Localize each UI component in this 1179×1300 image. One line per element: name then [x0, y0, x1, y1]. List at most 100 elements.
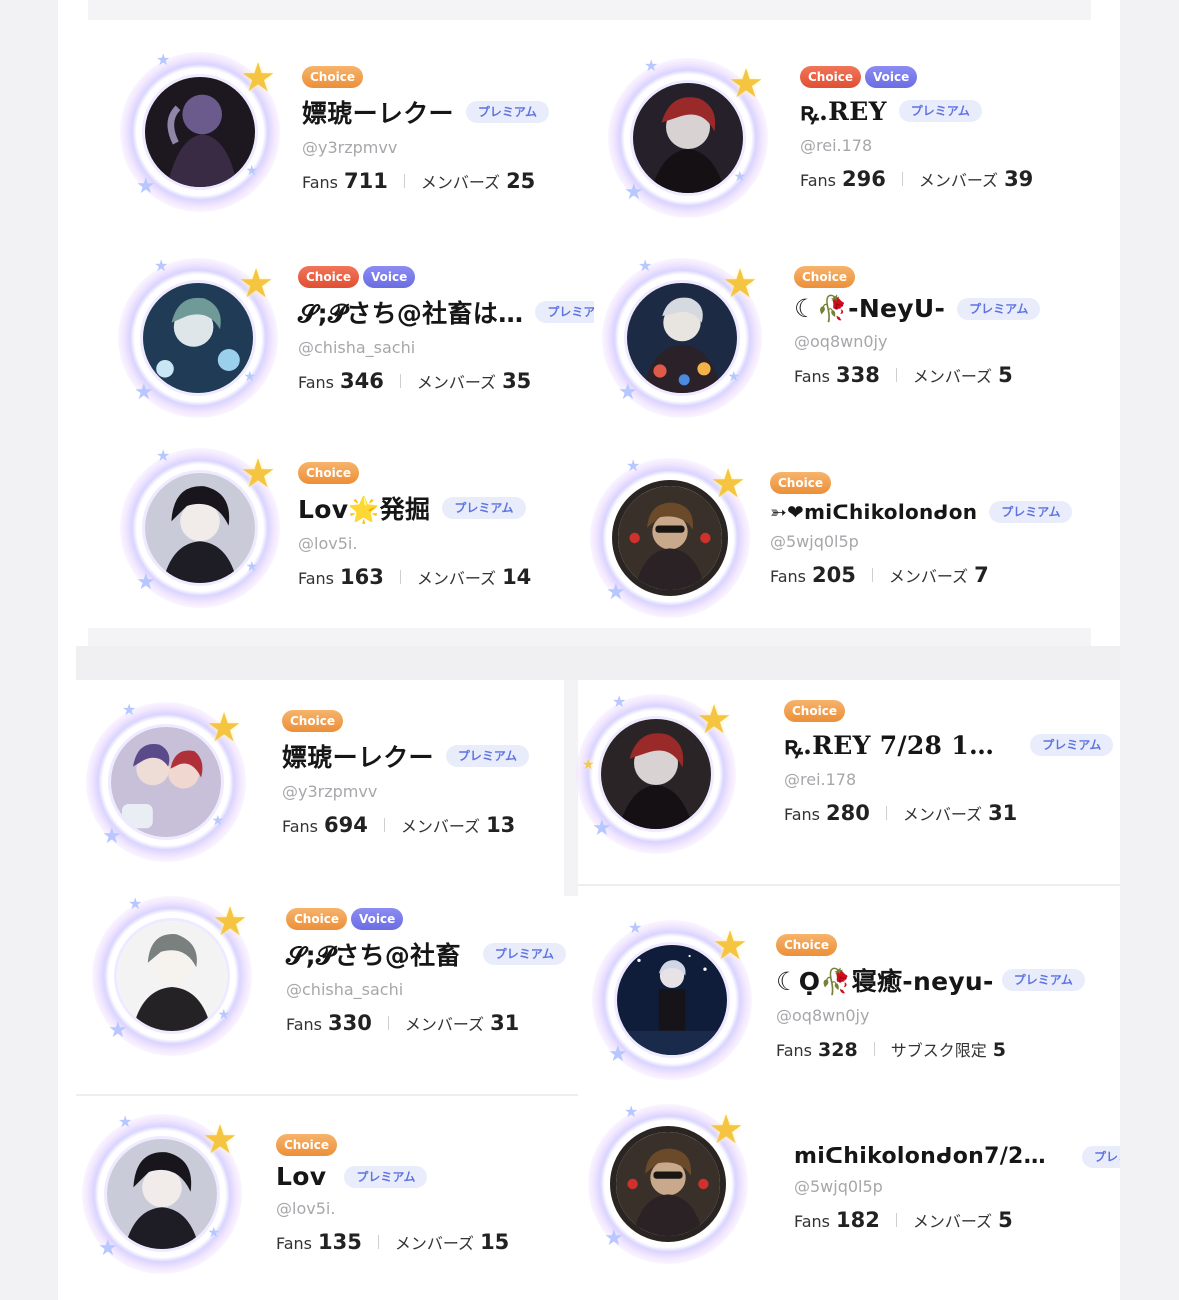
creator-card[interactable]: ★ ★ ★ Choice ☾Ọ🥀寝癒-neyu- プレミアム @oq8wn0jy… [592, 920, 1112, 1090]
members-count: 7 [974, 563, 989, 587]
creator-handle: @lov5i. [276, 1199, 336, 1218]
members-label: メンバーズ [416, 373, 497, 392]
creator-info: Choice ꝶ.REY 7/28 1… プレミアム @rei.178 Fans… [784, 700, 1114, 825]
creator-card[interactable]: ★ ★ ★ ★ Choice Voice 𝓢;𝓟さち@社畜は… プレミアム @c… [108, 252, 594, 422]
avatar[interactable]: ★ ★ ★ ★ [120, 448, 280, 608]
creator-name[interactable]: ☾🥀-NeyU- [794, 294, 945, 324]
creator-name[interactable]: ➳❤miᑕhikolonᑯon [770, 500, 977, 524]
creator-card[interactable]: ★ ★ ★ ★ Choice Lov プレミアム @lov5i. Fans 13… [76, 1114, 546, 1284]
badge-row: Choice [298, 462, 531, 484]
creator-handle: @5wjq0l5p [770, 532, 859, 551]
fans-label: Fans [298, 569, 335, 588]
choice-badge: Choice [776, 934, 837, 956]
creator-handle: @rei.178 [800, 136, 873, 155]
star-icon: ★ [628, 918, 643, 937]
creator-card[interactable]: ★ ★ ★ ★ Choice Voice ꝶ.REY プレミアム @rei.17… [600, 52, 1070, 222]
avatar[interactable]: ★ ★ ★ [592, 920, 752, 1080]
choice-badge: Choice [770, 472, 831, 494]
members-label: メンバーズ [404, 1015, 485, 1034]
creator-stats: Fans 346 メンバーズ 35 [298, 369, 594, 393]
star-icon: ★ [604, 1226, 624, 1251]
star-icon: ★ [696, 697, 732, 743]
fans-label: Fans [794, 367, 831, 386]
members-count: 39 [1004, 167, 1034, 191]
panel-top-strip [76, 646, 1120, 680]
creator-info: Choice ☾Ọ🥀寝癒-neyu- プレミアム @oq8wn0jy Fans … [776, 934, 1085, 1061]
members-count: 15 [480, 1230, 510, 1254]
creator-handle: @chisha_sachi [286, 980, 404, 999]
creator-name[interactable]: ☾Ọ🥀寝癒-neyu- [776, 962, 994, 998]
members-label: メンバーズ [394, 1234, 475, 1253]
star-icon: ★ [624, 1104, 639, 1121]
creator-name[interactable]: Lov🌟発掘 [298, 490, 430, 526]
premium-badge: プレミアム [482, 943, 566, 965]
creator-card[interactable]: ★ ★ ★ ★ Choice 嫖琥ーレクー プレミアム @y3rzpmvv Fa… [112, 52, 582, 222]
creator-name[interactable]: Lov [276, 1162, 326, 1191]
stat-divider [383, 818, 385, 832]
creator-stats: Fans 338 メンバーズ 5 [794, 363, 1040, 387]
avatar[interactable]: ★ ★ ★ ★ [120, 52, 280, 212]
creator-name[interactable]: 嫖琥ーレクー [282, 738, 434, 774]
fans-count: 205 [812, 563, 856, 587]
creator-stats: Fans 328 サブスク限定 5 [776, 1037, 1085, 1061]
creator-name[interactable]: ꝶ.REY 7/28 1… [784, 728, 994, 762]
panel-bottom-strip [88, 628, 1091, 646]
stat-divider [873, 1042, 875, 1056]
avatar[interactable]: ★ ★ ★ ★ [602, 258, 762, 418]
creator-card[interactable]: ★ ★ ★ ★ Choice ☾🥀-NeyU- プレミアム @oq8wn0jy … [594, 252, 1064, 422]
creator-info: Choice Lov🌟発掘 プレミアム @lov5i. Fans 163 メンバ… [298, 462, 531, 589]
fans-label: Fans [298, 373, 335, 392]
star-icon: ★ [582, 757, 595, 773]
fans-label: Fans [282, 817, 319, 836]
creator-name[interactable]: ꝶ.REY [800, 94, 887, 128]
members-count: 25 [506, 169, 536, 193]
members-count: 5 [998, 363, 1013, 387]
avatar[interactable]: ★ ★ ★ ★ [118, 258, 278, 418]
creator-card[interactable]: ★ ★ ★ Choice ➳❤miᑕhikolonᑯon プレミアム @5wjq… [582, 458, 1082, 628]
creator-card[interactable]: ★ ★ ★ ★ Choice ꝶ.REY 7/28 1… プレミアム @rei.… [570, 688, 1120, 858]
star-icon: ★ [128, 896, 143, 913]
creator-handle: @lov5i. [298, 534, 358, 553]
avatar[interactable]: ★ ★ ★ ★ [86, 702, 246, 862]
members-label: メンバーズ [912, 1212, 993, 1231]
creator-info: Choice Voice 𝓢;𝓟さち@社畜 プレミアム @chisha_sach… [286, 908, 566, 1035]
star-icon: ★ [122, 700, 137, 719]
avatar[interactable]: ★ ★ ★ ★ [608, 58, 768, 218]
fans-count: 280 [826, 801, 870, 825]
creator-card[interactable]: ★ ★ ★ ★ Choice Voice 𝓢;𝓟さち@社畜 プレミアム @chi… [86, 896, 578, 1066]
star-icon: ★ [243, 369, 256, 385]
fans-count: 694 [324, 813, 368, 837]
creator-card[interactable]: ★ ★ ★ ★ Choice 嫖琥ーレクー プレミアム @y3rzpmvv Fa… [86, 696, 556, 866]
creator-card[interactable]: ★ ★ ★ ★ Choice Lov🌟発掘 プレミアム @lov5i. Fans… [108, 448, 578, 618]
creator-card[interactable]: ★ ★ ★ miᑕhikolonᑯon7/2… プレミ @5wjq0l5p Fa… [580, 1104, 1120, 1274]
creator-name[interactable]: 嫖琥ーレクー [302, 94, 454, 130]
avatar[interactable]: ★ ★ ★ ★ [92, 896, 252, 1056]
fans-count: 330 [328, 1011, 372, 1035]
star-icon: ★ [606, 580, 626, 605]
choice-badge: Choice [298, 462, 359, 484]
fans-label: Fans [776, 1041, 813, 1060]
choice-badge: Choice [302, 66, 363, 88]
avatar[interactable]: ★ ★ ★ ★ [82, 1114, 242, 1274]
panel-top-strip [88, 0, 1091, 20]
premium-badge: プレミ [1081, 1145, 1120, 1168]
fans-label: Fans [286, 1015, 323, 1034]
creator-handle: @oq8wn0jy [776, 1006, 870, 1025]
creator-name[interactable]: 𝓢;𝓟さち@社畜は… [298, 294, 523, 330]
creator-name[interactable]: miᑕhikolonᑯon7/2… [794, 1144, 1046, 1169]
star-icon: ★ [207, 1225, 220, 1241]
avatar[interactable]: ★ ★ ★ [590, 458, 750, 618]
avatar[interactable]: ★ ★ ★ ★ [576, 694, 736, 854]
members-count: 31 [490, 1011, 520, 1035]
fans-count: 346 [340, 369, 384, 393]
premium-badge: プレミアム [344, 1165, 428, 1188]
star-icon: ★ [240, 451, 276, 497]
creator-stats: Fans 280 メンバーズ 31 [784, 801, 1113, 825]
members-count: 5 [998, 1208, 1013, 1232]
star-icon: ★ [136, 570, 156, 595]
avatar[interactable]: ★ ★ ★ [588, 1104, 748, 1264]
star-icon: ★ [206, 705, 242, 751]
creator-name[interactable]: 𝓢;𝓟さち@社畜 [286, 936, 461, 972]
stat-divider [895, 1213, 897, 1227]
star-icon: ★ [733, 169, 746, 185]
